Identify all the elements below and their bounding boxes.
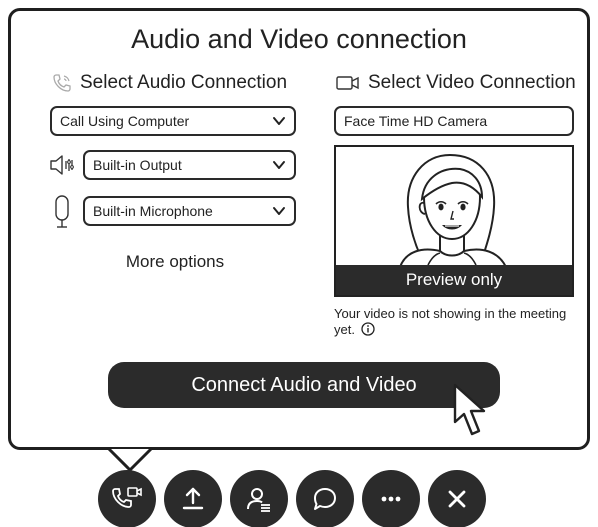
microphone-icon	[55, 195, 69, 228]
chevron-down-icon	[273, 117, 285, 125]
share-button[interactable]	[164, 470, 222, 527]
audio-connection-value: Call Using Computer	[60, 113, 190, 129]
dialog-title: Audio and Video connection	[131, 24, 467, 54]
chat-button[interactable]	[296, 470, 354, 527]
leave-button[interactable]	[428, 470, 486, 527]
video-section-heading: Select Video Connection	[336, 72, 576, 94]
camera-value: Face Time HD Camera	[344, 113, 488, 129]
video-notice: Your video is not showing in the meeting…	[334, 306, 574, 338]
info-icon[interactable]	[360, 322, 375, 336]
camera-select[interactable]: Face Time HD Camera	[334, 106, 574, 136]
more-options-link[interactable]: More options	[50, 252, 300, 272]
audio-video-button[interactable]	[98, 470, 156, 527]
audio-connection-select[interactable]: Call Using Computer	[50, 106, 296, 136]
video-preview: Preview only	[334, 145, 574, 297]
audio-section-label: Select Audio Connection	[80, 72, 288, 93]
microphone-select[interactable]: Built-in Microphone	[83, 196, 296, 226]
chevron-down-icon	[273, 161, 285, 169]
meeting-stage: Audio and Video connection Select Audio …	[0, 0, 598, 527]
phone-icon	[53, 74, 71, 92]
mouse-cursor-icon	[453, 383, 486, 436]
preview-label: Preview only	[336, 265, 572, 295]
share-icon	[182, 487, 204, 510]
video-section-label: Select Video Connection	[368, 72, 576, 93]
more-icon	[381, 496, 401, 502]
chat-icon	[314, 488, 336, 510]
chevron-down-icon	[273, 207, 285, 215]
audio-output-select[interactable]: Built-in Output	[83, 150, 296, 180]
connect-audio-video-button[interactable]: Connect Audio and Video	[108, 362, 500, 408]
audio-output-value: Built-in Output	[93, 157, 182, 173]
microphone-value: Built-in Microphone	[93, 203, 213, 219]
camera-icon	[336, 76, 359, 90]
meeting-toolbar	[98, 470, 486, 527]
close-icon	[448, 490, 466, 508]
participants-button[interactable]	[230, 470, 288, 527]
participants-icon	[247, 488, 270, 512]
audio-video-icon	[112, 487, 142, 508]
more-button[interactable]	[362, 470, 420, 527]
person-illustration	[399, 153, 507, 267]
speaker-icon	[50, 155, 74, 175]
audio-section-heading: Select Audio Connection	[52, 72, 287, 94]
